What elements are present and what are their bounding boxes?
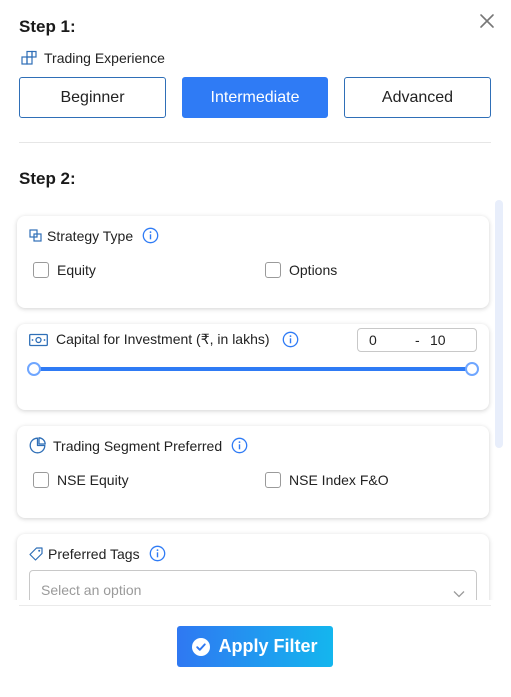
capital-slider-max-handle[interactable]: [465, 362, 479, 376]
equity-label: Equity: [57, 262, 96, 278]
trading-experience-label: Trading Experience: [21, 49, 165, 67]
tag-icon: [29, 546, 43, 561]
strategy-type-card: Strategy Type Equity Options: [17, 216, 489, 308]
level-beginner-button[interactable]: Beginner: [19, 77, 166, 118]
scrollbar[interactable]: [495, 200, 503, 448]
capital-card: Capital for Investment (₹, in lakhs) 0 -…: [17, 324, 489, 410]
trading-segment-label: Trading Segment Preferred: [53, 437, 223, 454]
strategy-equity-option[interactable]: Equity: [33, 262, 96, 278]
preferred-tags-header: Preferred Tags: [29, 545, 166, 562]
blocks-icon: [21, 50, 37, 66]
strategy-options-option[interactable]: Options: [265, 262, 337, 278]
capital-header: Capital for Investment (₹, in lakhs): [29, 331, 299, 348]
nse-index-fo-checkbox[interactable]: [265, 472, 281, 488]
chevron-down-icon: [453, 585, 465, 600]
close-icon: [480, 14, 494, 28]
step1-title: Step 1:: [19, 17, 76, 36]
strategy-type-header: Strategy Type: [29, 227, 159, 244]
options-checkbox[interactable]: [265, 262, 281, 278]
apply-filter-button[interactable]: Apply Filter: [177, 626, 333, 667]
nse-equity-label: NSE Equity: [57, 472, 129, 488]
info-icon[interactable]: [282, 331, 299, 348]
trading-experience-text: Trading Experience: [44, 50, 165, 66]
trading-segment-header: Trading Segment Preferred: [29, 437, 248, 454]
capital-label: Capital for Investment (₹, in lakhs): [56, 331, 270, 347]
capital-slider-track[interactable]: [34, 367, 472, 371]
segment-nse-equity-option[interactable]: NSE Equity: [33, 472, 129, 488]
strategy-type-label: Strategy Type: [47, 227, 134, 244]
info-icon[interactable]: [142, 227, 159, 244]
preferred-tags-label: Preferred Tags: [48, 545, 140, 562]
options-label: Options: [289, 262, 338, 278]
capital-slider-min-handle[interactable]: [27, 362, 41, 376]
footer-divider: [19, 605, 491, 606]
capital-range-separator: -: [415, 332, 420, 348]
preferred-tags-card: Preferred Tags Select an option: [17, 534, 489, 600]
capital-max-value[interactable]: 10: [430, 332, 446, 348]
apply-filter-label: Apply Filter: [218, 636, 318, 656]
select-placeholder: Select an option: [41, 582, 142, 598]
capital-range-input[interactable]: 0 - 10: [357, 328, 477, 352]
filter-scroll-area[interactable]: Strategy Type Equity Options Capital for…: [0, 200, 511, 600]
capital-min-value[interactable]: 0: [369, 332, 377, 348]
step2-title: Step 2:: [19, 169, 76, 188]
info-icon[interactable]: [149, 545, 166, 562]
trading-segment-card: Trading Segment Preferred NSE Equity NSE…: [17, 426, 489, 518]
level-advanced-button[interactable]: Advanced: [344, 77, 491, 118]
info-icon[interactable]: [231, 437, 248, 454]
nse-equity-checkbox[interactable]: [33, 472, 49, 488]
preferred-tags-select[interactable]: Select an option: [29, 570, 477, 600]
nse-index-fo-label: NSE Index F&O: [289, 472, 389, 488]
equity-checkbox[interactable]: [33, 262, 49, 278]
overlap-squares-icon: [29, 229, 42, 242]
check-circle-icon: [192, 637, 211, 656]
segment-nse-index-fo-option[interactable]: NSE Index F&O: [265, 472, 389, 488]
money-icon: [29, 333, 48, 347]
level-intermediate-button[interactable]: Intermediate: [182, 77, 328, 118]
pie-chart-icon: [29, 437, 46, 454]
close-button[interactable]: [478, 12, 496, 30]
section-divider: [19, 142, 491, 143]
